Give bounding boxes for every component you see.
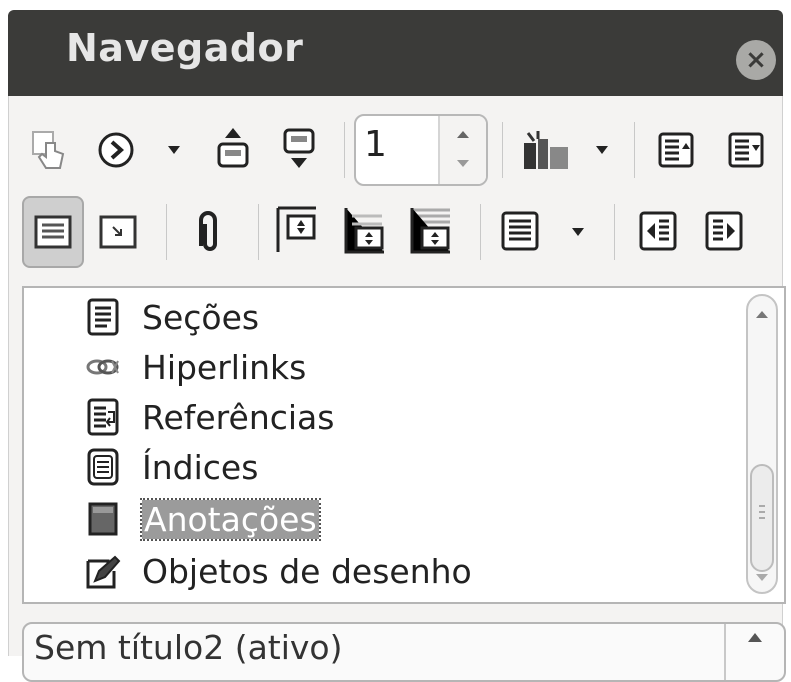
dropdown-arrow-icon: [572, 228, 584, 236]
scroll-up-icon: [756, 311, 768, 318]
scrollbar-thumb[interactable]: [750, 464, 774, 572]
sections-icon: [84, 298, 122, 336]
heading-levels-icon: [410, 208, 450, 254]
footnote-anchor-button[interactable]: [188, 206, 228, 258]
toolbar-separator: [344, 122, 345, 178]
navigation-dropdown[interactable]: [162, 138, 186, 162]
list-item-label: Objetos de desenho: [142, 551, 472, 591]
next-button[interactable]: [276, 124, 322, 176]
close-button[interactable]: ×: [736, 40, 776, 80]
hyperlink-icon: [84, 348, 122, 386]
outline-level-icon: [501, 211, 539, 251]
chevron-up-icon: [748, 633, 762, 642]
circle-arrow-icon: [98, 132, 134, 168]
indexes-icon: [84, 448, 122, 486]
promote-chapter-button[interactable]: [272, 202, 322, 258]
list-item-label: Referências: [142, 397, 335, 437]
promote-chapter-icon: [276, 206, 316, 252]
outline-level-button[interactable]: [498, 208, 542, 254]
document-select-value: Sem título2 (ativo): [34, 628, 343, 667]
demote-level-icon: [705, 211, 743, 251]
page-number-value[interactable]: 1: [364, 124, 387, 165]
list-item-label: Anotações: [140, 497, 321, 541]
list-item-hyperlinks[interactable]: Hiperlinks: [84, 342, 306, 392]
document-select-button[interactable]: [724, 624, 784, 680]
navigator-titlebar: Navegador ×: [8, 10, 783, 96]
toolbar-separator: [480, 204, 481, 260]
navigator-content-list[interactable]: Seções Hiperlinks Referências Índices An…: [22, 286, 786, 604]
dropdown-arrow-icon: [596, 146, 608, 154]
drag-mode-icon: [524, 131, 568, 169]
demote-chapter-icon: [344, 208, 384, 254]
drag-mode-dropdown[interactable]: [590, 138, 614, 162]
next-object-icon: [283, 128, 315, 168]
list-item-label: Hiperlinks: [142, 347, 307, 387]
toggle-button[interactable]: [28, 128, 68, 172]
list-box-icon: [34, 215, 72, 249]
list-item-label: Seções: [142, 297, 260, 337]
toolbar-separator: [634, 122, 635, 178]
promote-level-button[interactable]: [636, 208, 680, 254]
toolbar-separator: [502, 122, 503, 178]
drawing-objects-icon: [84, 552, 122, 590]
header-button[interactable]: [724, 128, 768, 172]
spin-buttons[interactable]: [438, 116, 486, 184]
paperclip-icon: [199, 211, 217, 251]
list-item-drawing-objects[interactable]: Objetos de desenho: [84, 546, 472, 596]
content-view-button[interactable]: [96, 210, 140, 254]
navigation-button[interactable]: [94, 128, 138, 172]
hand-pointer-icon: [32, 131, 65, 169]
list-item-label: Índices: [142, 447, 259, 487]
drag-mode-button[interactable]: [518, 126, 574, 176]
list-item-comments[interactable]: Anotações: [84, 494, 321, 544]
set-reminder-button[interactable]: [654, 128, 698, 172]
document-select[interactable]: Sem título2 (ativo): [22, 622, 786, 682]
dropdown-arrow-icon: [168, 146, 180, 154]
references-icon: [84, 398, 122, 436]
scroll-down-icon: [756, 574, 768, 581]
demote-chapter-button[interactable]: [340, 202, 390, 258]
reminder-icon: [658, 132, 694, 168]
list-item-sections[interactable]: Seções: [84, 292, 259, 342]
toolbar-separator: [614, 204, 615, 260]
close-icon: ×: [745, 45, 767, 75]
list-item-references[interactable]: Referências: [84, 392, 334, 442]
spin-arrows-icon: [457, 131, 469, 167]
window-title: Navegador: [66, 26, 304, 70]
grip-icon: [759, 505, 765, 519]
toolbar-separator: [166, 204, 167, 260]
header-icon: [728, 132, 764, 168]
heading-levels-button[interactable]: [406, 202, 456, 258]
outline-level-dropdown[interactable]: [566, 220, 590, 244]
promote-level-icon: [639, 211, 677, 251]
comments-icon: [84, 500, 122, 538]
content-view-icon: [99, 215, 137, 249]
previous-object-icon: [217, 128, 249, 168]
list-box-button[interactable]: [22, 196, 84, 268]
list-item-indexes[interactable]: Índices: [84, 442, 258, 492]
list-scrollbar[interactable]: [746, 294, 778, 594]
demote-level-button[interactable]: [702, 208, 746, 254]
previous-button[interactable]: [210, 124, 256, 176]
page-number-spinbox[interactable]: 1: [354, 114, 488, 186]
toolbar-separator: [258, 204, 259, 260]
